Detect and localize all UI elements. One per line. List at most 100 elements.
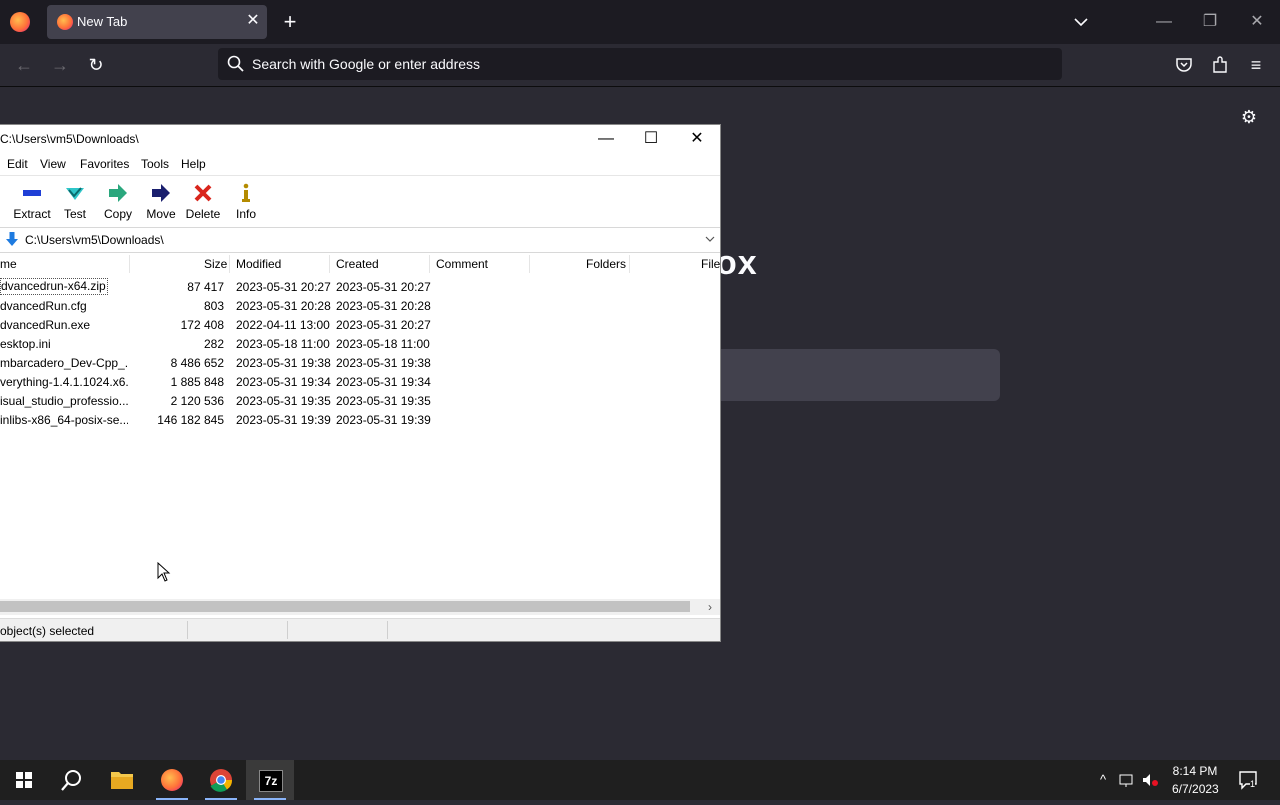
minimize-window-button[interactable]: — xyxy=(1152,10,1176,34)
extract-button[interactable]: Extract xyxy=(11,180,53,226)
file-row[interactable]: isual_studio_professio... 2 120 536 2023… xyxy=(0,391,720,410)
volume-muted-icon[interactable] xyxy=(1141,770,1159,790)
clock-date[interactable]: 6/7/2023 xyxy=(1172,782,1219,796)
column-modified[interactable]: Modified xyxy=(236,257,281,271)
chevron-down-icon[interactable] xyxy=(704,232,716,246)
status-divider xyxy=(187,621,188,639)
file-manager-window: C:\Users\vm5\Downloads\ — ☐ ✕ Edit View … xyxy=(0,124,721,642)
column-divider[interactable] xyxy=(129,255,130,273)
firefox-icon[interactable] xyxy=(10,12,30,32)
minimize-button[interactable]: — xyxy=(583,125,629,153)
file-name: esktop.ini xyxy=(0,337,51,351)
path-bar[interactable]: C:\Users\vm5\Downloads\ xyxy=(0,227,720,253)
status-divider xyxy=(387,621,388,639)
file-created: 2023-05-31 20:27 xyxy=(336,280,431,294)
menu-icon[interactable]: ≡ xyxy=(1244,53,1268,77)
menu-help[interactable]: Help xyxy=(181,157,206,171)
new-tab-search-box[interactable] xyxy=(690,349,1000,401)
network-icon[interactable] xyxy=(1118,770,1136,790)
delete-icon xyxy=(192,182,214,204)
column-divider[interactable] xyxy=(329,255,330,273)
reload-icon[interactable]: ↻ xyxy=(84,53,108,77)
file-size: 803 xyxy=(203,299,224,313)
info-label: Info xyxy=(235,207,256,221)
file-name: isual_studio_professio... xyxy=(0,394,128,408)
test-button[interactable]: Test xyxy=(54,180,96,226)
scroll-right-icon[interactable]: › xyxy=(703,599,717,615)
extract-icon xyxy=(21,182,43,204)
file-row[interactable]: dvancedRun.cfg 803 2023-05-31 20:28 2023… xyxy=(0,296,720,315)
column-name[interactable]: me xyxy=(0,257,17,271)
folder-icon xyxy=(111,772,133,789)
file-created: 2023-05-31 19:39 xyxy=(336,413,431,427)
pocket-icon[interactable] xyxy=(1172,53,1196,77)
chrome-taskbar-button[interactable] xyxy=(197,760,245,800)
close-button[interactable]: ✕ xyxy=(674,125,720,153)
file-created: 2023-05-31 20:27 xyxy=(336,318,431,332)
gear-icon[interactable]: ⚙ xyxy=(1238,106,1260,128)
scrollbar-thumb[interactable] xyxy=(0,601,690,612)
file-row[interactable]: dvancedRun.exe 172 408 2022-04-11 13:00 … xyxy=(0,315,720,334)
new-tab-button[interactable]: + xyxy=(280,10,300,34)
7zip-taskbar-button[interactable]: 7z xyxy=(246,760,294,800)
file-size: 1 885 848 xyxy=(170,375,224,389)
horizontal-scrollbar[interactable]: › xyxy=(0,599,720,615)
file-name: verything-1.4.1.1024.x6... xyxy=(0,375,128,389)
column-folders[interactable]: Folders xyxy=(586,257,626,271)
column-created[interactable]: Created xyxy=(336,257,379,271)
address-bar[interactable]: Search with Google or enter address xyxy=(218,48,1062,80)
file-name: mbarcadero_Dev-Cpp_... xyxy=(0,356,128,370)
search-button[interactable] xyxy=(48,760,96,800)
menu-view[interactable]: View xyxy=(40,157,66,171)
copy-button[interactable]: Copy xyxy=(97,180,139,226)
chrome-icon xyxy=(210,769,233,792)
chevron-up-icon[interactable]: ^ xyxy=(1094,770,1112,790)
restore-window-button[interactable]: ❐ xyxy=(1198,10,1222,34)
file-name: dvancedRun.cfg xyxy=(0,299,87,313)
menu-edit[interactable]: Edit xyxy=(7,157,28,171)
forward-icon[interactable]: → xyxy=(48,53,72,77)
mouse-cursor-icon xyxy=(157,561,171,587)
back-icon[interactable]: ← xyxy=(12,53,36,77)
file-size: 87 417 xyxy=(187,280,224,294)
file-row[interactable]: mbarcadero_Dev-Cpp_... 8 486 652 2023-05… xyxy=(0,353,720,372)
test-icon xyxy=(64,182,86,204)
firefox-taskbar-button[interactable] xyxy=(148,760,196,800)
column-divider[interactable] xyxy=(229,255,230,273)
browser-navigation-bar: ← → ↻ Search with Google or enter addres… xyxy=(0,44,1280,87)
notification-icon[interactable]: 1 xyxy=(1238,770,1260,790)
menu-favorites[interactable]: Favorites xyxy=(80,157,129,171)
move-button[interactable]: Move xyxy=(140,180,182,226)
firefox-tab-icon xyxy=(57,14,73,30)
status-divider xyxy=(287,621,288,639)
extensions-icon[interactable] xyxy=(1208,53,1232,77)
column-divider[interactable] xyxy=(629,255,630,273)
file-explorer-button[interactable] xyxy=(98,760,146,800)
file-row[interactable]: dvancedrun-x64.zip 87 417 2023-05-31 20:… xyxy=(0,277,720,296)
clock-time[interactable]: 8:14 PM xyxy=(1172,764,1218,778)
column-divider[interactable] xyxy=(429,255,430,273)
file-modified: 2023-05-31 19:39 xyxy=(236,413,331,427)
firefox-wordmark: ox xyxy=(716,244,758,282)
column-size[interactable]: Size xyxy=(204,257,227,271)
folder-up-icon[interactable] xyxy=(4,231,20,247)
close-tab-icon[interactable]: ✕ xyxy=(245,12,261,30)
column-divider[interactable] xyxy=(529,255,530,273)
7zip-icon: 7z xyxy=(259,770,283,792)
close-window-button[interactable]: ✕ xyxy=(1245,10,1269,34)
tab-new-tab[interactable]: New Tab ✕ xyxy=(47,5,267,39)
file-modified: 2023-05-31 19:34 xyxy=(236,375,331,389)
file-row[interactable]: esktop.ini 282 2023-05-18 11:00 2023-05-… xyxy=(0,334,720,353)
file-row[interactable]: verything-1.4.1.1024.x6... 1 885 848 202… xyxy=(0,372,720,391)
menu-tools[interactable]: Tools xyxy=(141,157,169,171)
list-all-tabs-icon[interactable] xyxy=(1071,10,1091,34)
file-created: 2023-05-31 19:34 xyxy=(336,375,431,389)
column-files[interactable]: File xyxy=(701,257,720,271)
file-size: 8 486 652 xyxy=(170,356,224,370)
file-row[interactable]: inlibs-x86_64-posix-se... 146 182 845 20… xyxy=(0,410,720,429)
info-button[interactable]: Info xyxy=(225,180,267,226)
start-button[interactable] xyxy=(0,760,48,800)
column-comment[interactable]: Comment xyxy=(436,257,488,271)
delete-button[interactable]: Delete xyxy=(182,180,224,226)
maximize-button[interactable]: ☐ xyxy=(628,125,674,153)
